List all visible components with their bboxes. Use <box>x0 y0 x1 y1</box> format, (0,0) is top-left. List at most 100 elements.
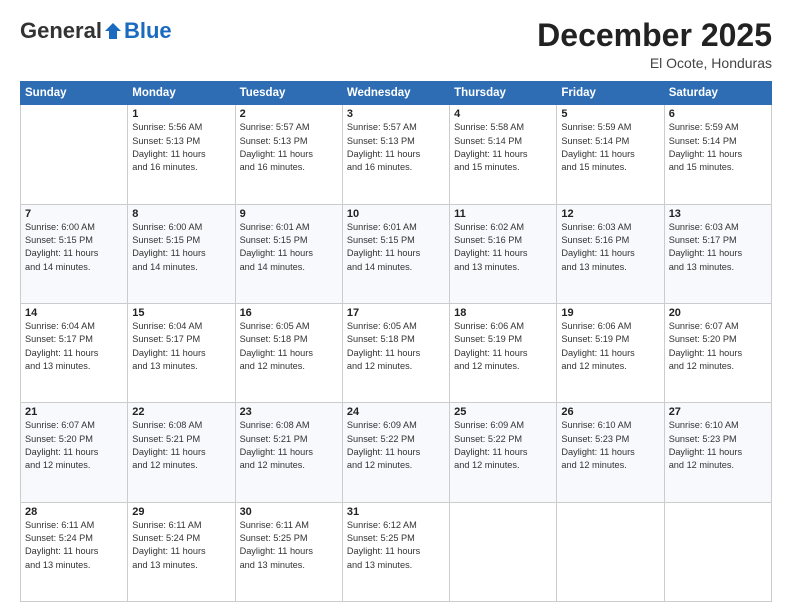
col-sunday: Sunday <box>21 82 128 105</box>
table-row: 24Sunrise: 6:09 AMSunset: 5:22 PMDayligh… <box>342 403 449 502</box>
table-row: 16Sunrise: 6:05 AMSunset: 5:18 PMDayligh… <box>235 303 342 402</box>
day-info: Sunrise: 6:08 AMSunset: 5:21 PMDaylight:… <box>132 419 230 472</box>
day-number: 7 <box>25 208 123 220</box>
table-row: 4Sunrise: 5:58 AMSunset: 5:14 PMDaylight… <box>450 105 557 204</box>
day-number: 31 <box>347 506 445 518</box>
table-row: 7Sunrise: 6:00 AMSunset: 5:15 PMDaylight… <box>21 204 128 303</box>
col-thursday: Thursday <box>450 82 557 105</box>
day-number: 26 <box>561 406 659 418</box>
col-wednesday: Wednesday <box>342 82 449 105</box>
day-info: Sunrise: 5:57 AMSunset: 5:13 PMDaylight:… <box>240 121 338 174</box>
table-row: 3Sunrise: 5:57 AMSunset: 5:13 PMDaylight… <box>342 105 449 204</box>
calendar-week-row: 1Sunrise: 5:56 AMSunset: 5:13 PMDaylight… <box>21 105 772 204</box>
header: General Blue December 2025 El Ocote, Hon… <box>20 18 772 71</box>
day-info: Sunrise: 6:00 AMSunset: 5:15 PMDaylight:… <box>132 221 230 274</box>
day-info: Sunrise: 6:10 AMSunset: 5:23 PMDaylight:… <box>669 419 767 472</box>
day-number: 25 <box>454 406 552 418</box>
table-row: 19Sunrise: 6:06 AMSunset: 5:19 PMDayligh… <box>557 303 664 402</box>
table-row: 14Sunrise: 6:04 AMSunset: 5:17 PMDayligh… <box>21 303 128 402</box>
day-info: Sunrise: 5:56 AMSunset: 5:13 PMDaylight:… <box>132 121 230 174</box>
table-row <box>21 105 128 204</box>
day-info: Sunrise: 6:07 AMSunset: 5:20 PMDaylight:… <box>25 419 123 472</box>
table-row: 22Sunrise: 6:08 AMSunset: 5:21 PMDayligh… <box>128 403 235 502</box>
calendar-week-row: 14Sunrise: 6:04 AMSunset: 5:17 PMDayligh… <box>21 303 772 402</box>
day-info: Sunrise: 5:59 AMSunset: 5:14 PMDaylight:… <box>561 121 659 174</box>
col-monday: Monday <box>128 82 235 105</box>
table-row: 29Sunrise: 6:11 AMSunset: 5:24 PMDayligh… <box>128 502 235 601</box>
table-row: 11Sunrise: 6:02 AMSunset: 5:16 PMDayligh… <box>450 204 557 303</box>
day-info: Sunrise: 6:03 AMSunset: 5:17 PMDaylight:… <box>669 221 767 274</box>
table-row: 1Sunrise: 5:56 AMSunset: 5:13 PMDaylight… <box>128 105 235 204</box>
day-number: 30 <box>240 506 338 518</box>
day-number: 19 <box>561 307 659 319</box>
day-info: Sunrise: 6:04 AMSunset: 5:17 PMDaylight:… <box>132 320 230 373</box>
table-row: 10Sunrise: 6:01 AMSunset: 5:15 PMDayligh… <box>342 204 449 303</box>
calendar-header-row: Sunday Monday Tuesday Wednesday Thursday… <box>21 82 772 105</box>
location-subtitle: El Ocote, Honduras <box>537 55 772 71</box>
day-number: 5 <box>561 108 659 120</box>
table-row <box>664 502 771 601</box>
day-info: Sunrise: 6:06 AMSunset: 5:19 PMDaylight:… <box>561 320 659 373</box>
day-info: Sunrise: 6:12 AMSunset: 5:25 PMDaylight:… <box>347 519 445 572</box>
table-row <box>450 502 557 601</box>
table-row: 21Sunrise: 6:07 AMSunset: 5:20 PMDayligh… <box>21 403 128 502</box>
day-info: Sunrise: 6:05 AMSunset: 5:18 PMDaylight:… <box>240 320 338 373</box>
day-info: Sunrise: 6:01 AMSunset: 5:15 PMDaylight:… <box>240 221 338 274</box>
day-info: Sunrise: 6:07 AMSunset: 5:20 PMDaylight:… <box>669 320 767 373</box>
day-number: 9 <box>240 208 338 220</box>
day-info: Sunrise: 5:59 AMSunset: 5:14 PMDaylight:… <box>669 121 767 174</box>
day-number: 14 <box>25 307 123 319</box>
col-saturday: Saturday <box>664 82 771 105</box>
day-info: Sunrise: 5:57 AMSunset: 5:13 PMDaylight:… <box>347 121 445 174</box>
table-row: 31Sunrise: 6:12 AMSunset: 5:25 PMDayligh… <box>342 502 449 601</box>
day-info: Sunrise: 6:02 AMSunset: 5:16 PMDaylight:… <box>454 221 552 274</box>
day-number: 18 <box>454 307 552 319</box>
day-info: Sunrise: 6:00 AMSunset: 5:15 PMDaylight:… <box>25 221 123 274</box>
calendar-table: Sunday Monday Tuesday Wednesday Thursday… <box>20 81 772 602</box>
table-row: 30Sunrise: 6:11 AMSunset: 5:25 PMDayligh… <box>235 502 342 601</box>
day-number: 22 <box>132 406 230 418</box>
day-info: Sunrise: 6:03 AMSunset: 5:16 PMDaylight:… <box>561 221 659 274</box>
table-row: 20Sunrise: 6:07 AMSunset: 5:20 PMDayligh… <box>664 303 771 402</box>
logo-icon <box>103 21 123 41</box>
day-number: 2 <box>240 108 338 120</box>
col-friday: Friday <box>557 82 664 105</box>
day-number: 10 <box>347 208 445 220</box>
logo-general-text: General <box>20 18 102 44</box>
day-info: Sunrise: 6:11 AMSunset: 5:25 PMDaylight:… <box>240 519 338 572</box>
day-info: Sunrise: 6:01 AMSunset: 5:15 PMDaylight:… <box>347 221 445 274</box>
day-number: 6 <box>669 108 767 120</box>
table-row <box>557 502 664 601</box>
day-info: Sunrise: 6:10 AMSunset: 5:23 PMDaylight:… <box>561 419 659 472</box>
day-number: 8 <box>132 208 230 220</box>
day-number: 28 <box>25 506 123 518</box>
day-info: Sunrise: 6:04 AMSunset: 5:17 PMDaylight:… <box>25 320 123 373</box>
day-info: Sunrise: 6:06 AMSunset: 5:19 PMDaylight:… <box>454 320 552 373</box>
page: General Blue December 2025 El Ocote, Hon… <box>0 0 792 612</box>
day-info: Sunrise: 6:11 AMSunset: 5:24 PMDaylight:… <box>25 519 123 572</box>
table-row: 5Sunrise: 5:59 AMSunset: 5:14 PMDaylight… <box>557 105 664 204</box>
day-number: 21 <box>25 406 123 418</box>
day-number: 11 <box>454 208 552 220</box>
table-row: 25Sunrise: 6:09 AMSunset: 5:22 PMDayligh… <box>450 403 557 502</box>
col-tuesday: Tuesday <box>235 82 342 105</box>
table-row: 28Sunrise: 6:11 AMSunset: 5:24 PMDayligh… <box>21 502 128 601</box>
day-number: 4 <box>454 108 552 120</box>
table-row: 18Sunrise: 6:06 AMSunset: 5:19 PMDayligh… <box>450 303 557 402</box>
month-title: December 2025 <box>537 18 772 53</box>
day-number: 23 <box>240 406 338 418</box>
table-row: 6Sunrise: 5:59 AMSunset: 5:14 PMDaylight… <box>664 105 771 204</box>
day-info: Sunrise: 6:09 AMSunset: 5:22 PMDaylight:… <box>454 419 552 472</box>
day-info: Sunrise: 6:08 AMSunset: 5:21 PMDaylight:… <box>240 419 338 472</box>
calendar-week-row: 7Sunrise: 6:00 AMSunset: 5:15 PMDaylight… <box>21 204 772 303</box>
day-number: 17 <box>347 307 445 319</box>
day-number: 16 <box>240 307 338 319</box>
day-number: 12 <box>561 208 659 220</box>
calendar-week-row: 28Sunrise: 6:11 AMSunset: 5:24 PMDayligh… <box>21 502 772 601</box>
table-row: 13Sunrise: 6:03 AMSunset: 5:17 PMDayligh… <box>664 204 771 303</box>
table-row: 9Sunrise: 6:01 AMSunset: 5:15 PMDaylight… <box>235 204 342 303</box>
day-info: Sunrise: 6:09 AMSunset: 5:22 PMDaylight:… <box>347 419 445 472</box>
title-block: December 2025 El Ocote, Honduras <box>537 18 772 71</box>
day-info: Sunrise: 5:58 AMSunset: 5:14 PMDaylight:… <box>454 121 552 174</box>
table-row: 26Sunrise: 6:10 AMSunset: 5:23 PMDayligh… <box>557 403 664 502</box>
